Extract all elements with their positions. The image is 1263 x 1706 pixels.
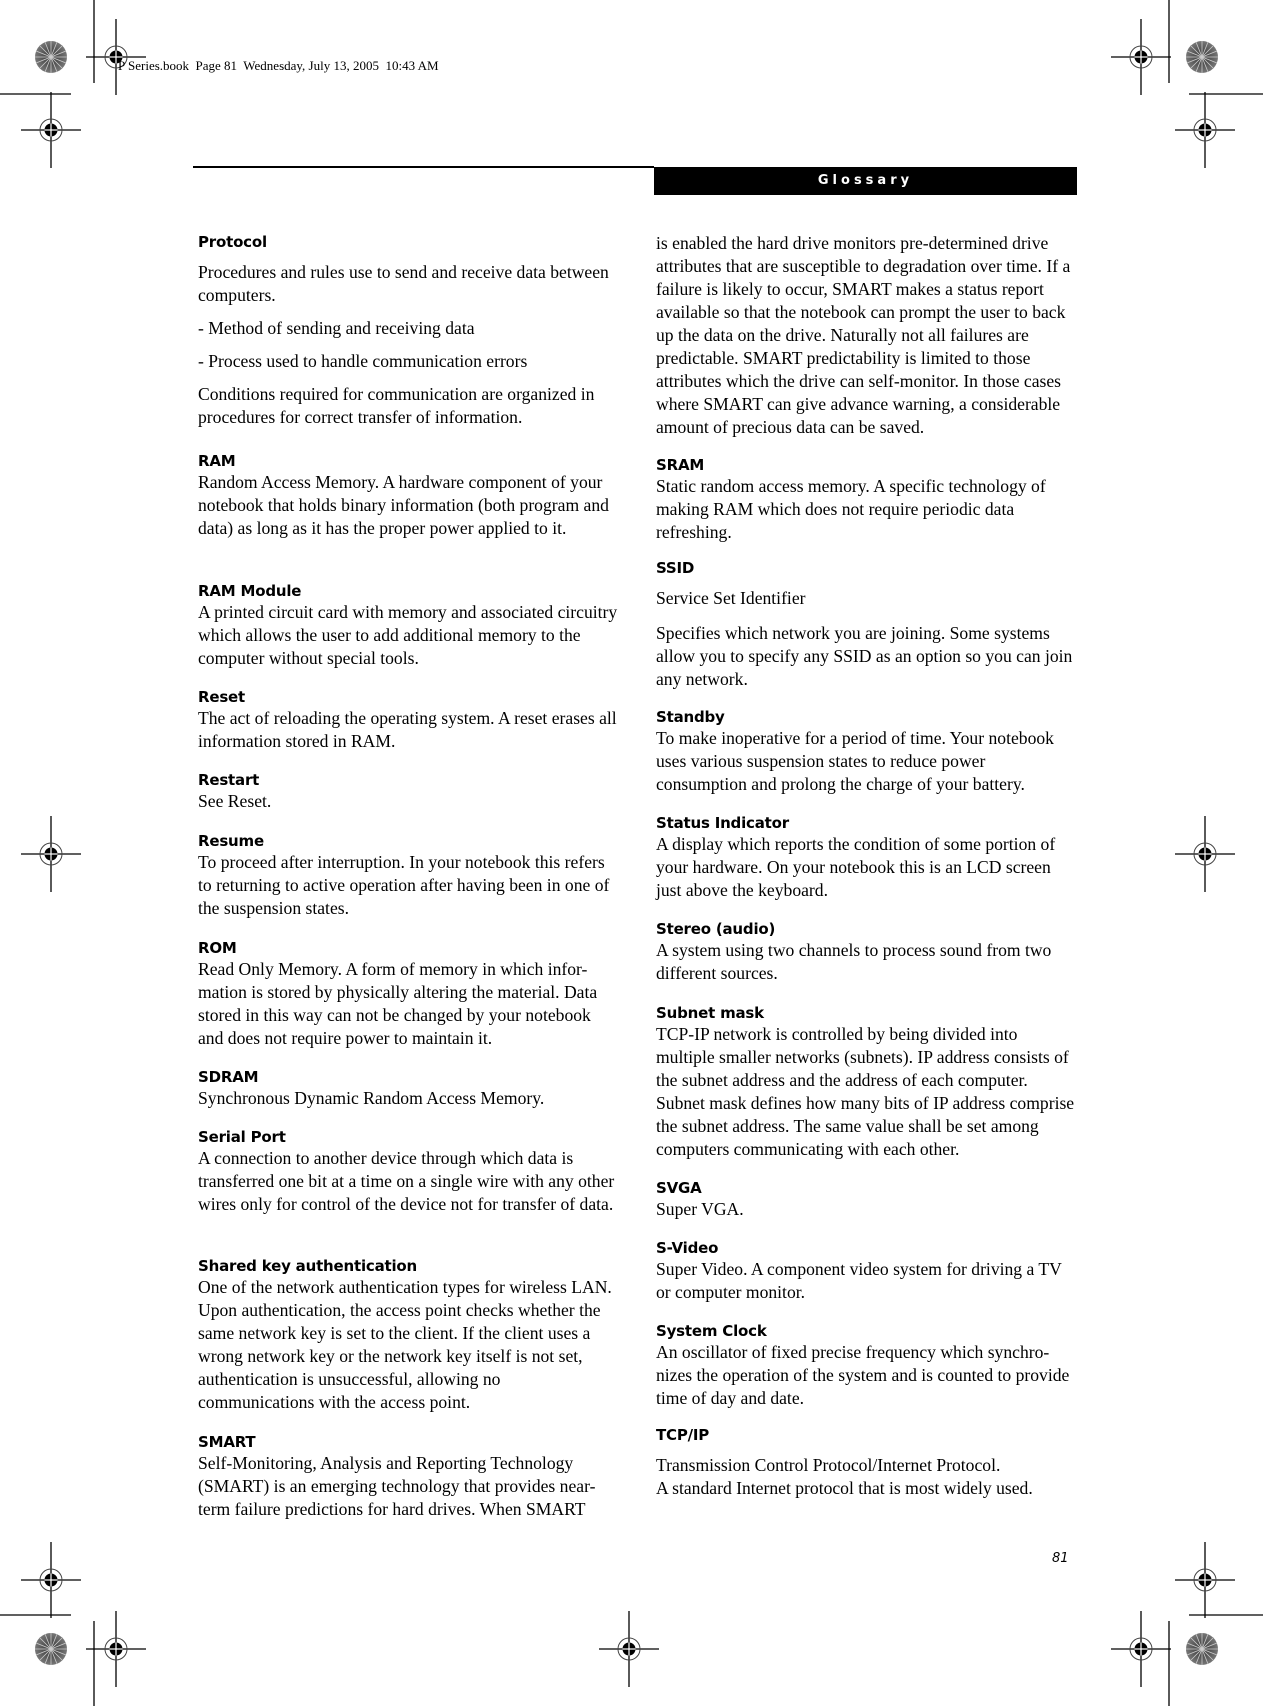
glossary-definition: An oscillator of fixed precise frequency… (656, 1342, 1070, 1408)
header-rule (193, 166, 654, 168)
glossary-definition: Super Video. A component video system fo… (656, 1259, 1062, 1302)
glossary-term: Serial Port (198, 1128, 286, 1146)
print-slug: P Series.book Page 81 Wednesday, July 13… (118, 58, 439, 73)
glossary-definition: Specifies which network you are joining.… (656, 623, 1073, 689)
glossary-term: Shared key authentication (198, 1257, 418, 1275)
glossary-entry-ssid: SSID Service Set Identifier Specifies wh… (656, 558, 1076, 691)
glossary-definition: is enabled the hard drive monitors pre-d… (656, 233, 1071, 437)
glossary-term: SRAM (656, 456, 705, 474)
glossary-entry-smart: SMART Self-Monitoring, Analysis and Repo… (198, 1432, 618, 1521)
glossary-term: S-Video (656, 1239, 719, 1257)
glossary-definition: TCP-IP network is controlled by being di… (656, 1024, 1075, 1159)
starburst-top-right (1185, 40, 1219, 74)
crosshair-left-middle (20, 815, 82, 893)
glossary-entry-sram: SRAM Static random access memory. A spec… (656, 455, 1076, 544)
glossary-definition: To proceed after interruption. In your n… (198, 852, 610, 918)
glossary-definition: A connection to another device through w… (198, 1148, 615, 1214)
glossary-definition: Service Set Identifier (656, 588, 806, 608)
glossary-definition: A display which reports the condition of… (656, 834, 1056, 900)
glossary-entry-s-video: S-Video Super Video. A component video s… (656, 1238, 1076, 1304)
glossary-term: RAM (198, 452, 236, 470)
glossary-entry-sdram: SDRAM Synchronous Dynamic Random Access … (198, 1067, 618, 1110)
glossary-term: Protocol (198, 233, 267, 251)
glossary-term: Stereo (audio) (656, 920, 776, 938)
glossary-entry-reset: Reset The act of reloading the operating… (198, 687, 618, 753)
glossary-definition: Procedures and rules use to send and rec… (198, 262, 609, 305)
glossary-definition: Self-Monitoring, Analysis and Reporting … (198, 1453, 596, 1519)
glossary-term: System Clock (656, 1322, 767, 1340)
crosshair-bottom-center (598, 1610, 660, 1688)
glossary-definition: Conditions required for communication ar… (198, 384, 595, 427)
glossary-entry-ram-module: RAM Module A printed circuit card with m… (198, 581, 618, 670)
glossary-definition: Random Access Memory. A hardware compone… (198, 472, 609, 538)
glossary-entry-restart: Restart See Reset. (198, 770, 618, 813)
glossary-term: SMART (198, 1433, 256, 1451)
starburst-top-left (34, 40, 68, 74)
crosshair-top-left (85, 18, 147, 96)
crosshair-right-middle (1174, 815, 1236, 893)
crosshair-left-upper (20, 91, 82, 169)
glossary-entry-svga: SVGA Super VGA. (656, 1178, 1076, 1221)
glossary-entry-shared-key-authentication: Shared key authentication One of the net… (198, 1256, 618, 1414)
crosshair-bottom-right (1110, 1610, 1172, 1688)
glossary-entry-system-clock: System Clock An oscillator of fixed prec… (656, 1321, 1076, 1410)
glossary-definition: A printed circuit card with memory and a… (198, 602, 618, 668)
glossary-entry-standby: Standby To make inoperative for a period… (656, 707, 1076, 796)
glossary-term: Standby (656, 708, 725, 726)
glossary-entry-resume: Resume To proceed after interruption. In… (198, 831, 618, 920)
glossary-definition: Read Only Memory. A form of memory in wh… (198, 959, 598, 1048)
glossary-entry-protocol: Protocol Procedures and rules use to sen… (198, 232, 618, 429)
crosshair-left-lower (20, 1541, 82, 1619)
crosshair-right-upper (1174, 91, 1236, 169)
glossary-entry-serial-port: Serial Port A connection to another devi… (198, 1127, 618, 1216)
glossary-definition: One of the network authentication types … (198, 1277, 612, 1412)
starburst-bottom-left (34, 1632, 68, 1666)
glossary-definition: A system using two channels to process s… (656, 940, 1052, 983)
glossary-definition: Synchronous Dynamic Random Access Memory… (198, 1088, 545, 1108)
glossary-definition: Super VGA. (656, 1199, 744, 1219)
glossary-definition: Static random access memory. A specific … (656, 476, 1046, 542)
glossary-term: Subnet mask (656, 1004, 764, 1022)
glossary-term: SDRAM (198, 1068, 259, 1086)
glossary-entry-stereo-audio: Stereo (audio) A system using two channe… (656, 919, 1076, 985)
glossary-entry-ram: RAM Random Access Memory. A hardware com… (198, 451, 618, 540)
glossary-entry-subnet-mask: Subnet mask TCP-IP network is controlled… (656, 1003, 1076, 1161)
glossary-term: SVGA (656, 1179, 702, 1197)
glossary-term: Resume (198, 832, 264, 850)
glossary-term: Reset (198, 688, 245, 706)
starburst-bottom-right (1185, 1632, 1219, 1666)
glossary-definition: See Reset. (198, 791, 272, 811)
glossary-entry-rom: ROM Read Only Memory. A form of memory i… (198, 938, 618, 1050)
glossary-definition: A standard Internet protocol that is mos… (656, 1478, 1033, 1498)
glossary-term: Restart (198, 771, 260, 789)
page-number: 81 (1052, 1551, 1069, 1566)
glossary-term: TCP/IP (656, 1426, 710, 1444)
glossary-entry-tcp-ip: TCP/IP Transmission Control Protocol/Int… (656, 1425, 1076, 1500)
crosshair-right-lower (1174, 1541, 1236, 1619)
glossary-definition: - Method of sending and receiving data (198, 318, 475, 338)
crosshair-top-right (1110, 18, 1172, 96)
glossary-definition: - Process used to handle communication e… (198, 351, 528, 371)
crosshair-bottom-left (85, 1610, 147, 1688)
glossary-definition: The act of reloading the operating syste… (198, 708, 617, 751)
glossary-term: RAM Module (198, 582, 302, 600)
glossary-term: ROM (198, 939, 237, 957)
glossary-term: SSID (656, 559, 695, 577)
glossary-definition: To make inoperative for a period of time… (656, 728, 1054, 794)
section-header: Glossary (654, 167, 1077, 195)
glossary-entry-status-indicator: Status Indicator A display which reports… (656, 813, 1076, 902)
glossary-definition: Transmission Control Protocol/Internet P… (656, 1455, 1001, 1475)
glossary-term: Status Indicator (656, 814, 789, 832)
glossary-entry-smart-continued: is enabled the hard drive monitors pre-d… (656, 232, 1076, 439)
